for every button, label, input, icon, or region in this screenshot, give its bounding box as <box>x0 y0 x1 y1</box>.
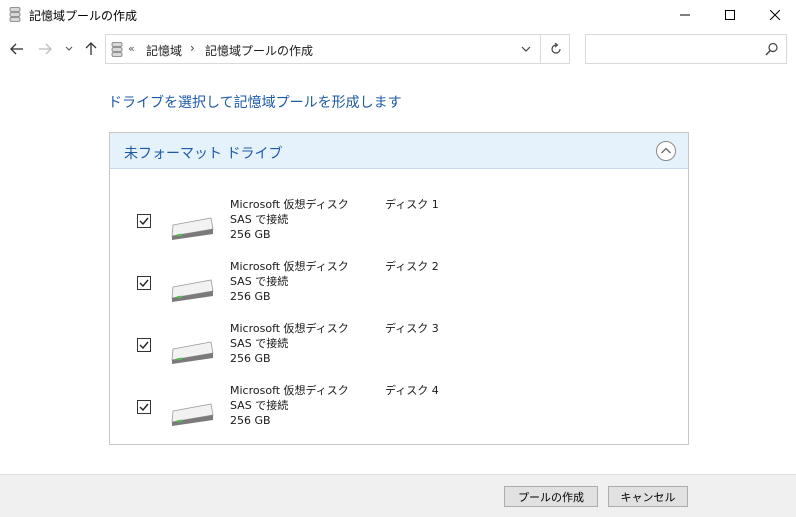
dialog-footer: プールの作成 キャンセル <box>0 474 796 517</box>
recent-locations-button[interactable] <box>62 34 76 64</box>
drive-disk-number: ディスク 4 <box>385 384 439 397</box>
up-button[interactable] <box>80 34 102 64</box>
arrow-right-icon <box>39 43 52 55</box>
maximize-button[interactable] <box>707 0 753 29</box>
back-button[interactable] <box>6 34 28 64</box>
search-input[interactable] <box>585 34 787 64</box>
drive-checkbox[interactable] <box>137 214 151 228</box>
drive-size: 256 GB <box>230 414 271 427</box>
drive-row[interactable]: Microsoft 仮想ディスク SAS で接続 256 GB ディスク 1 <box>110 197 688 255</box>
drive-checkbox[interactable] <box>137 338 151 352</box>
minimize-icon <box>680 14 690 15</box>
close-button[interactable] <box>752 0 796 29</box>
cancel-button[interactable]: キャンセル <box>608 486 688 507</box>
drive-checkbox[interactable] <box>137 400 151 414</box>
panel-title: 未フォーマット ドライブ <box>124 146 283 162</box>
checkmark-icon <box>139 341 149 350</box>
breadcrumb-separator[interactable]: › <box>190 41 195 55</box>
drive-row[interactable]: Microsoft 仮想ディスク SAS で接続 256 GB ディスク 2 <box>110 259 688 317</box>
breadcrumb-storage[interactable]: 記憶域 <box>146 42 182 59</box>
drive-connection: SAS で接続 <box>230 213 289 226</box>
window-title: 記憶域プールの作成 <box>29 9 138 23</box>
minimize-button[interactable] <box>662 0 708 29</box>
drive-size: 256 GB <box>230 290 271 303</box>
drive-disk-number: ディスク 1 <box>385 198 439 211</box>
address-bar[interactable]: « 記憶域 › 記憶域プールの作成 <box>105 34 570 64</box>
storage-pool-icon <box>111 42 123 57</box>
breadcrumb-create-pool[interactable]: 記憶域プールの作成 <box>205 42 313 59</box>
storage-pool-icon <box>9 7 21 22</box>
title-bar: 記憶域プールの作成 <box>0 0 796 30</box>
unformatted-drives-panel: 未フォーマット ドライブ Microsoft 仮想ディスク SAS で接続 25… <box>109 132 689 445</box>
drive-checkbox[interactable] <box>137 276 151 290</box>
drive-connection: SAS で接続 <box>230 337 289 350</box>
hard-drive-icon <box>171 403 214 426</box>
drive-name: Microsoft 仮想ディスク <box>230 198 349 211</box>
drive-row[interactable]: Microsoft 仮想ディスク SAS で接続 256 GB ディスク 4 <box>110 383 688 441</box>
breadcrumb-overflow[interactable]: « <box>128 42 135 55</box>
drive-connection: SAS で接続 <box>230 399 289 412</box>
forward-button[interactable] <box>34 34 56 64</box>
chevron-up-circle-icon[interactable] <box>655 140 677 162</box>
chevron-down-icon <box>65 46 73 51</box>
drive-size: 256 GB <box>230 228 271 241</box>
address-dropdown-button[interactable] <box>514 35 538 63</box>
drive-connection: SAS で接続 <box>230 275 289 288</box>
checkmark-icon <box>139 217 149 226</box>
refresh-button[interactable] <box>542 35 570 63</box>
hard-drive-icon <box>171 217 214 240</box>
refresh-icon <box>551 43 561 54</box>
checkmark-icon <box>139 279 149 288</box>
create-pool-button[interactable]: プールの作成 <box>504 486 598 507</box>
maximize-icon <box>725 9 735 20</box>
drive-row[interactable]: Microsoft 仮想ディスク SAS で接続 256 GB ディスク 3 <box>110 321 688 379</box>
search-icon <box>765 42 778 56</box>
drive-name: Microsoft 仮想ディスク <box>230 322 349 335</box>
hard-drive-icon <box>171 341 214 364</box>
hard-drive-icon <box>171 279 214 302</box>
drive-name: Microsoft 仮想ディスク <box>230 260 349 273</box>
page-heading: ドライブを選択して記憶域プールを形成します <box>108 95 402 111</box>
address-divider <box>540 35 541 63</box>
drive-disk-number: ディスク 3 <box>385 322 439 335</box>
drive-size: 256 GB <box>230 352 271 365</box>
arrow-left-icon <box>10 43 23 55</box>
checkmark-icon <box>139 403 149 412</box>
chevron-down-icon <box>521 46 531 52</box>
arrow-up-icon <box>85 42 97 55</box>
drive-disk-number: ディスク 2 <box>385 260 439 273</box>
drive-name: Microsoft 仮想ディスク <box>230 384 349 397</box>
close-icon <box>770 9 780 20</box>
panel-header[interactable]: 未フォーマット ドライブ <box>110 133 688 169</box>
